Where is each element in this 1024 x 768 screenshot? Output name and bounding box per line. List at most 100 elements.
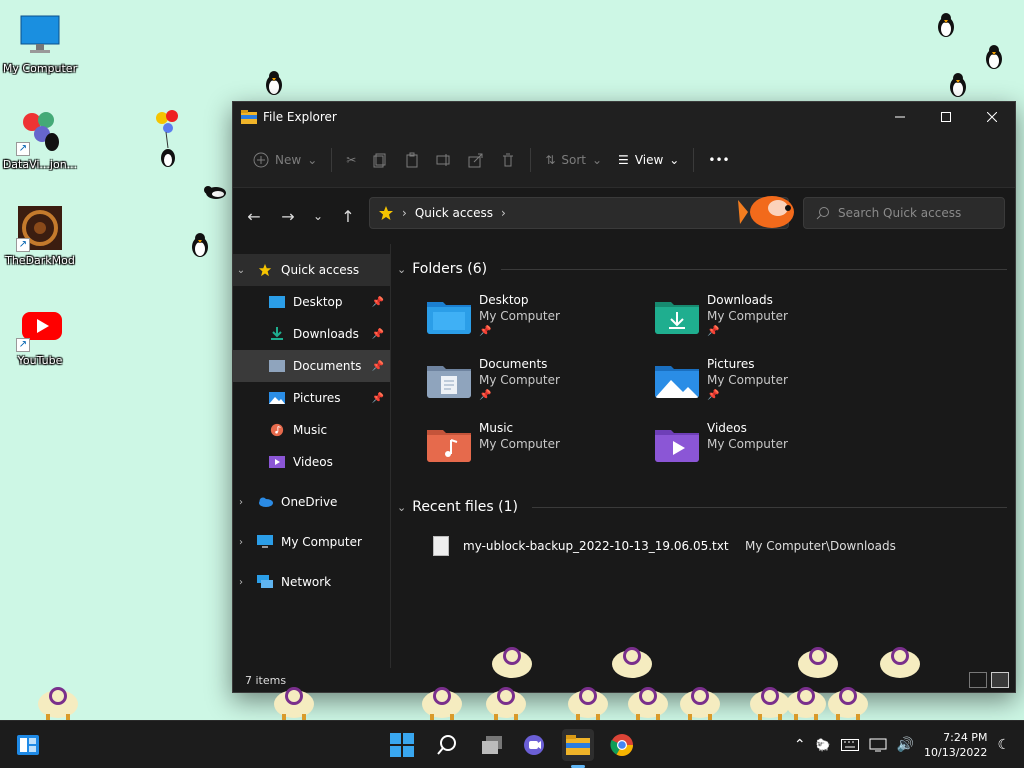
- pin-icon: 📌: [479, 326, 492, 337]
- notifications-icon[interactable]: ☾: [997, 737, 1010, 753]
- penguin-icon: [950, 73, 966, 97]
- explorer-body: ⌄ Quick access Desktop 📌 Downloads 📌 Doc…: [233, 244, 1015, 668]
- clock-time: 7:24 PM: [943, 731, 988, 744]
- music-folder-icon: [427, 430, 471, 462]
- volume-icon[interactable]: 🔊: [897, 737, 914, 753]
- chevron-right-icon[interactable]: ›: [233, 537, 249, 548]
- text-file-icon: [433, 536, 449, 556]
- nav-item-quick-access[interactable]: ⌄ Quick access: [233, 254, 390, 286]
- details-view-button[interactable]: [969, 672, 987, 688]
- folder-tile-downloads[interactable]: Downloads My Computer 📌: [655, 292, 883, 344]
- recent-locations-button[interactable]: ⌄: [305, 200, 331, 232]
- new-button[interactable]: New ⌄: [245, 144, 325, 176]
- nav-item-pictures[interactable]: Pictures 📌: [233, 382, 390, 414]
- file-explorer-icon: [566, 735, 590, 755]
- show-hidden-icons-button[interactable]: ⌃: [794, 737, 806, 753]
- folder-tile-pictures[interactable]: Pictures My Computer 📌: [655, 356, 883, 408]
- desktop-icon-datavision[interactable]: ↗ DataVi...jon...: [0, 108, 80, 171]
- sort-button[interactable]: ⇅ Sort ⌄: [537, 144, 610, 176]
- folders-heading: Folders (6): [412, 261, 488, 277]
- forward-button[interactable]: →: [271, 200, 305, 232]
- folder-tile-music[interactable]: Music My Computer: [427, 420, 655, 472]
- recent-files-section-header[interactable]: ⌄ Recent files (1): [397, 490, 1015, 524]
- folder-location: My Computer: [479, 437, 560, 451]
- up-button[interactable]: ↑: [331, 200, 365, 232]
- recent-file-name: my-ublock-backup_2022-10-13_19.06.05.txt: [463, 539, 729, 553]
- pin-icon: 📌: [371, 296, 384, 308]
- desktop-icon-my-computer[interactable]: My Computer: [0, 12, 80, 75]
- tiles-view-button[interactable]: [991, 672, 1009, 688]
- recent-file-row[interactable]: my-ublock-backup_2022-10-13_19.06.05.txt…: [397, 532, 1015, 560]
- back-button[interactable]: ←: [237, 200, 271, 232]
- recent-file-location: My Computer\Downloads: [745, 539, 896, 553]
- sheep-icon: [612, 647, 652, 678]
- balloons-icon: ↗: [16, 108, 64, 156]
- delete-button[interactable]: [492, 144, 524, 176]
- desktop-icon-thedarkmod[interactable]: ↗ TheDarkMod: [0, 204, 80, 267]
- address-bar[interactable]: › Quick access › ⌄: [369, 197, 789, 229]
- command-bar: New ⌄ ✂ ⇅ Sort ⌄ ☰ View ⌄ •••: [233, 132, 1015, 188]
- close-button[interactable]: [969, 102, 1015, 132]
- chrome-button[interactable]: [606, 729, 638, 761]
- minimize-button[interactable]: [877, 102, 923, 132]
- taskbar: ⌃ 🐑 🔊 7:24 PM 10/13/2022 ☾: [0, 720, 1024, 768]
- content-pane: ⌄ Folders (6) Desktop My Computer 📌 Down…: [391, 244, 1015, 668]
- paste-button[interactable]: [396, 144, 428, 176]
- more-icon: •••: [708, 152, 730, 167]
- desktop-icon-label: DataVi...jon...: [2, 158, 78, 171]
- search-icon: [816, 207, 829, 220]
- nav-item-downloads[interactable]: Downloads 📌: [233, 318, 390, 350]
- network-icon[interactable]: [869, 738, 887, 752]
- keyboard-icon[interactable]: [840, 739, 859, 751]
- folders-section-header[interactable]: ⌄ Folders (6): [397, 252, 1015, 286]
- copy-button[interactable]: [364, 144, 396, 176]
- share-button[interactable]: [460, 144, 492, 176]
- clock[interactable]: 7:24 PM 10/13/2022: [924, 730, 987, 760]
- desktop-icon-youtube[interactable]: ↗ YouTube: [0, 304, 80, 367]
- sort-icon: ⇅: [545, 152, 556, 167]
- start-button[interactable]: [386, 729, 418, 761]
- chevron-down-icon[interactable]: ⌄: [233, 265, 249, 276]
- desktop-folder-icon: [269, 296, 285, 308]
- view-button[interactable]: ☰ View ⌄: [610, 144, 687, 176]
- monitor-icon: [257, 535, 273, 548]
- chevron-down-icon: ⌄: [397, 262, 407, 276]
- chevron-right-icon[interactable]: ›: [233, 497, 249, 508]
- maximize-button[interactable]: [923, 102, 969, 132]
- cut-button[interactable]: ✂: [338, 144, 364, 176]
- toolbar-divider: [693, 147, 695, 172]
- widgets-button[interactable]: [12, 729, 44, 761]
- file-explorer-taskbar-button[interactable]: [562, 729, 594, 761]
- nav-item-network[interactable]: › Network: [233, 566, 390, 598]
- sheep-icon: [786, 687, 826, 720]
- nav-item-videos[interactable]: Videos: [233, 446, 390, 478]
- videos-folder-icon: [655, 430, 699, 462]
- teams-chat-button[interactable]: [518, 729, 550, 761]
- nav-item-onedrive[interactable]: › OneDrive: [233, 486, 390, 518]
- paste-icon: [406, 152, 418, 167]
- chevron-right-icon[interactable]: ›: [233, 577, 249, 588]
- close-icon: [987, 112, 997, 122]
- search-box[interactable]: Search Quick access: [803, 197, 1005, 229]
- chat-icon: [524, 735, 544, 755]
- documents-folder-icon: [427, 366, 471, 398]
- nav-item-music[interactable]: Music: [233, 414, 390, 446]
- title-bar[interactable]: File Explorer: [233, 102, 1015, 132]
- sheep-tray-icon[interactable]: 🐑: [816, 738, 831, 752]
- folder-tile-desktop[interactable]: Desktop My Computer 📌: [427, 292, 655, 344]
- search-button[interactable]: [431, 729, 463, 761]
- sheep-icon: [880, 647, 920, 678]
- folder-tile-documents[interactable]: Documents My Computer 📌: [427, 356, 655, 408]
- nav-item-documents[interactable]: Documents 📌: [233, 350, 390, 382]
- nav-item-my-computer[interactable]: › My Computer: [233, 526, 390, 558]
- sheep-icon: [38, 687, 78, 720]
- task-view-button[interactable]: [476, 729, 508, 761]
- rename-button[interactable]: [428, 144, 460, 176]
- see-more-button[interactable]: •••: [700, 144, 737, 176]
- folder-tile-videos[interactable]: Videos My Computer: [655, 420, 883, 472]
- nav-item-desktop[interactable]: Desktop 📌: [233, 286, 390, 318]
- breadcrumb-quick-access[interactable]: Quick access: [415, 206, 493, 220]
- penguin-icon: [192, 233, 208, 257]
- folder-location: My Computer: [707, 373, 788, 387]
- sheep-icon: [628, 687, 668, 720]
